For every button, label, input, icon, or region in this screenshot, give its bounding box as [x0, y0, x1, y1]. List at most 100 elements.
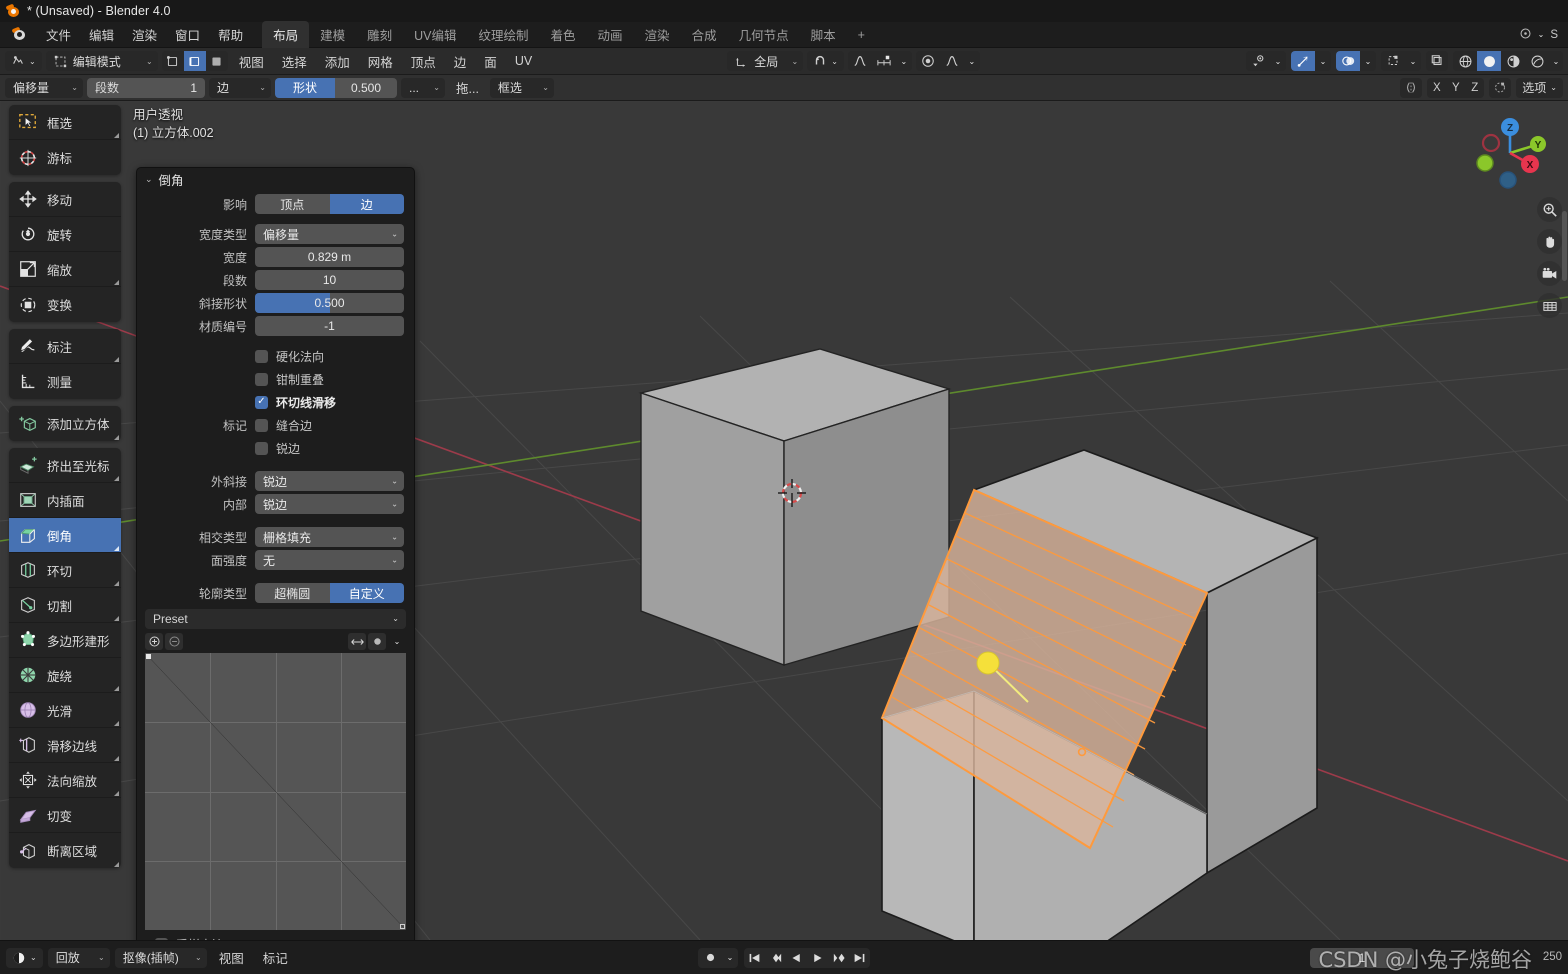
- viewport-menu-face[interactable]: 面: [477, 50, 504, 73]
- visibility-icon[interactable]: [1246, 51, 1270, 71]
- chevron-down-icon[interactable]: ⌄: [1405, 51, 1421, 71]
- tool-inset-faces[interactable]: 内插面: [9, 483, 121, 518]
- options-button[interactable]: 选项 ⌄: [1516, 77, 1563, 98]
- workspace-tab-layout[interactable]: 布局: [262, 21, 310, 48]
- tool-add-cube[interactable]: 添加立方体: [9, 406, 121, 441]
- playback-controls[interactable]: [744, 947, 870, 968]
- overlays-icon[interactable]: [1336, 51, 1360, 71]
- operator-panel-header[interactable]: ⌄ 倒角: [137, 168, 414, 190]
- jump-end-icon[interactable]: [849, 948, 870, 968]
- material-index-field[interactable]: -1: [255, 316, 404, 336]
- mode-selector[interactable]: 编辑模式 ⌄: [45, 51, 158, 71]
- segments-value-field[interactable]: 10: [255, 270, 404, 290]
- tool-edge-slide[interactable]: 滑移边线: [9, 728, 121, 763]
- flip-icon[interactable]: [348, 633, 366, 650]
- mark-seam-checkbox[interactable]: [255, 418, 268, 432]
- xray-group[interactable]: ⌄: [1381, 51, 1421, 71]
- timeline-transport[interactable]: ⌄: [698, 947, 870, 968]
- harden-normals-checkbox[interactable]: [255, 349, 268, 363]
- chevron-down-icon[interactable]: ⌄: [964, 51, 980, 71]
- drag-select-mode-selector[interactable]: 框选 ⌄: [489, 77, 554, 98]
- affect-selector[interactable]: 边 ⌄: [209, 77, 271, 98]
- profile-type-option-superellipse[interactable]: 超椭圆: [255, 583, 330, 603]
- grid-ortho-icon[interactable]: [1537, 293, 1562, 318]
- viewport-nav-buttons[interactable]: [1537, 197, 1562, 318]
- viewport-menu-add[interactable]: 添加: [318, 50, 357, 73]
- current-frame-field[interactable]: 1: [1310, 947, 1414, 968]
- tool-bevel[interactable]: 倒角: [9, 518, 121, 553]
- tool-scale[interactable]: 缩放: [9, 252, 121, 287]
- shading-rendered-icon[interactable]: [1525, 51, 1549, 71]
- menu-render[interactable]: 渲染: [123, 22, 166, 47]
- timeline-menu-view[interactable]: 视图: [212, 946, 251, 969]
- navigation-gizmo[interactable]: Z Y X: [1470, 113, 1550, 193]
- miter-outer-dropdown[interactable]: 锐边 ⌄: [255, 471, 404, 491]
- shading-wireframe-icon[interactable]: [1453, 51, 1477, 71]
- workspace-tab-scripting[interactable]: 脚本: [800, 21, 847, 48]
- workspace-tab-modeling[interactable]: 建模: [309, 21, 356, 48]
- tool-measure[interactable]: 测量: [9, 364, 121, 399]
- viewport-menu-vertex[interactable]: 顶点: [404, 50, 443, 73]
- workspace-tab-compositing[interactable]: 合成: [681, 21, 728, 48]
- add-point-icon[interactable]: [145, 633, 163, 650]
- menu-help[interactable]: 帮助: [209, 22, 252, 47]
- shape-field[interactable]: 形状 0.500: [275, 77, 397, 98]
- proportional-falloff-icon[interactable]: [916, 51, 940, 71]
- width-type-dropdown[interactable]: 偏移量 ⌄: [255, 224, 404, 244]
- tool-shrink-fatten[interactable]: 法向缩放: [9, 763, 121, 798]
- chevron-down-icon[interactable]: ⌄: [1549, 51, 1563, 71]
- mirror-icon[interactable]: [1400, 77, 1423, 98]
- chevron-down-icon[interactable]: ⌄: [1270, 51, 1286, 71]
- affect-option-vertices[interactable]: 顶点: [255, 194, 330, 214]
- transform-orientation-selector[interactable]: 全局 ⌄: [727, 51, 804, 71]
- mirror-axes-group[interactable]: X Y Z: [1427, 77, 1485, 98]
- visibility-group[interactable]: ⌄: [1246, 51, 1286, 71]
- select-mode-group[interactable]: [161, 51, 228, 71]
- width-value-field[interactable]: 0.829 m: [255, 247, 404, 267]
- chevron-down-icon[interactable]: ⌄: [896, 51, 912, 71]
- miter-inner-dropdown[interactable]: 锐边 ⌄: [255, 494, 404, 514]
- shading-mode-group[interactable]: ⌄: [1453, 51, 1563, 71]
- segments-field[interactable]: 段数 1: [87, 77, 205, 98]
- curve-point-end[interactable]: [400, 924, 405, 929]
- mirror-axis-x[interactable]: X: [1427, 78, 1446, 98]
- proportional-falloff-group[interactable]: ⌄: [915, 51, 980, 71]
- shading-solid-icon[interactable]: [1477, 51, 1501, 71]
- chevron-down-icon[interactable]: ⌄: [722, 948, 738, 968]
- tool-cursor[interactable]: 游标: [9, 140, 121, 175]
- tool-smooth[interactable]: 光滑: [9, 693, 121, 728]
- add-workspace-button[interactable]: +: [847, 24, 876, 46]
- viewport-menu-select[interactable]: 选择: [275, 50, 314, 73]
- clamp-overlap-checkbox[interactable]: [255, 372, 268, 386]
- chevron-down-icon[interactable]: ⌄: [145, 174, 153, 185]
- profile-type-option-custom[interactable]: 自定义: [329, 583, 404, 603]
- viewport-scrollbar[interactable]: [1562, 211, 1567, 281]
- viewport-menu-view[interactable]: 视图: [232, 50, 271, 73]
- tool-poly-build[interactable]: 多边形建形: [9, 623, 121, 658]
- tool-spin[interactable]: 旋绕: [9, 658, 121, 693]
- next-keyframe-icon[interactable]: [828, 948, 849, 968]
- pan-hand-icon[interactable]: [1537, 229, 1562, 254]
- shading-material-icon[interactable]: [1501, 51, 1525, 71]
- toolbar[interactable]: 框选 游标 移动 旋转 缩放 变换 标注 测量 添加立方体 挤出至光标 内插面 …: [9, 105, 121, 868]
- edge-select-icon[interactable]: [183, 51, 206, 71]
- overlays-group[interactable]: ⌄: [1336, 51, 1376, 71]
- curve-point-start[interactable]: [146, 654, 151, 659]
- face-strength-dropdown[interactable]: 无 ⌄: [255, 550, 404, 570]
- menu-file[interactable]: 文件: [37, 22, 80, 47]
- snap-increment-icon[interactable]: [872, 51, 896, 71]
- remove-point-icon[interactable]: [165, 633, 183, 650]
- tool-rip-region[interactable]: 断离区域: [9, 833, 121, 868]
- affect-option-edges[interactable]: 边: [329, 194, 404, 214]
- viewport-menu-uv[interactable]: UV: [508, 52, 539, 70]
- playback-menu[interactable]: 回放 ⌄: [47, 947, 110, 968]
- bevel-width-type-selector[interactable]: 偏移量 ⌄: [5, 77, 83, 98]
- face-select-icon[interactable]: [206, 51, 228, 71]
- menu-edit[interactable]: 编辑: [80, 22, 123, 47]
- auto-keying-group[interactable]: ⌄: [698, 947, 738, 968]
- camera-icon[interactable]: [1537, 261, 1562, 286]
- auto-merge-icon[interactable]: [1489, 77, 1512, 98]
- zoom-icon[interactable]: [1537, 197, 1562, 222]
- intersection-type-dropdown[interactable]: 栅格填充 ⌄: [255, 527, 404, 547]
- miter-shape-slider[interactable]: 0.500: [255, 293, 404, 313]
